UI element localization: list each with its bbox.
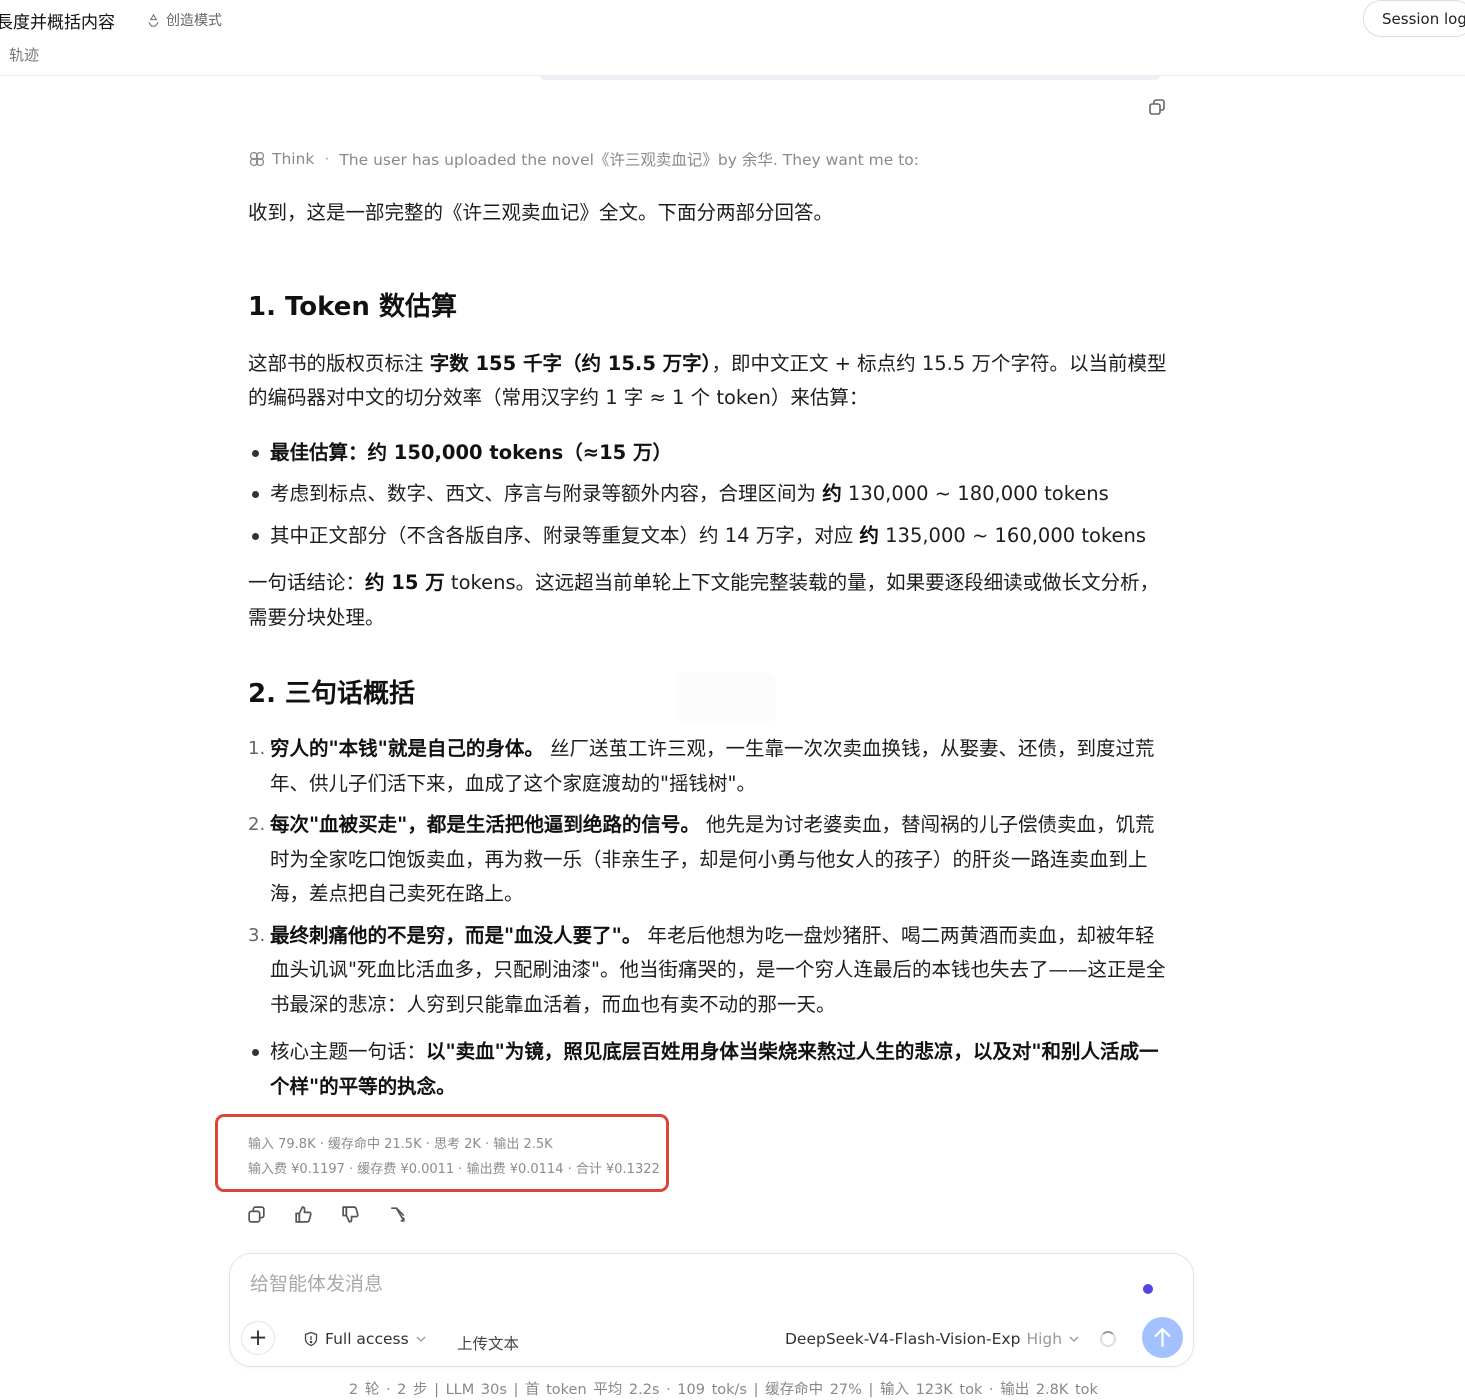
loading-spinner-icon [1100, 1331, 1116, 1347]
model-name: DeepSeek-V4-Flash-Vision-Exp [785, 1330, 1021, 1348]
list-item: 3. 最终刺痛他的不是穷，而是"血没人要了"。 年老后他想为吃一盘炒猪肝、喝二两黄… [248, 923, 1166, 1016]
list-item: 1. 穷人的"本钱"就是自己的身体。 丝厂送茧工许三观，一生靠一次次卖血换钱，从娶… [248, 737, 1155, 795]
think-text: The user has uploaded the novel《许三观卖血记》b… [339, 151, 920, 169]
add-attachment-button[interactable]: + [241, 1321, 275, 1355]
copy-icon[interactable] [246, 1204, 267, 1225]
brain-icon [249, 151, 265, 167]
think-summary[interactable]: Think · The user has uploaded the novel《… [248, 148, 919, 170]
message-actions [246, 1204, 408, 1225]
thumbs-down-icon[interactable] [340, 1204, 361, 1225]
list-item: 其中正文部分（不含各版自序、附录等重复文本）约 14 万字，对应 约 135,0… [248, 519, 1173, 554]
chevron-down-icon [416, 1336, 426, 1342]
mode-label: 创造模式 [166, 13, 222, 29]
list-item: 2. 每次"血被买走"，都是生活把他逼到绝路的信号。 他先是为讨老婆卖血，替闯祸的… [248, 813, 1155, 905]
mode-indicator[interactable]: 创造模式 [146, 10, 222, 30]
arrow-up-icon [1154, 1327, 1171, 1348]
session-metrics: 2 轮 · 2 步 | LLM 30s | 首 token 平均 2.2s · … [349, 1382, 1098, 1398]
summary-list: 1. 穷人的"本钱"就是自己的身体。 丝厂送茧工许三观，一生靠一次次卖血换钱，从娶… [248, 732, 1173, 1022]
conversation-title[interactable]: 長度并概括内容 [0, 8, 115, 33]
model-selector[interactable]: DeepSeek-V4-Flash-Vision-Exp High [785, 1330, 1080, 1348]
think-separator: · [324, 150, 330, 168]
section1-heading: 1. Token 数估算 [248, 291, 457, 322]
recycle-icon [148, 13, 159, 27]
theme-list: 核心主题一句话：以"卖血"为镜，照见底层百姓用身体当柴烧来熬过人生的悲凉，以及对… [248, 1035, 1173, 1104]
reasoning-level: High [1026, 1330, 1063, 1348]
trajectory-tab[interactable]: 轨迹 [9, 44, 39, 65]
session-log-button[interactable]: Session log [1363, 0, 1465, 37]
list-item: 考虑到标点、数字、西文、序言与附录等额外内容，合理区间为 约 130,000 ~… [248, 477, 1173, 512]
status-dot [1143, 1284, 1153, 1294]
faded-overlay [676, 672, 776, 722]
upload-text-button[interactable]: 上传文本 [457, 1332, 519, 1354]
estimate-list: 最佳估算：约 150,000 tokens（≈15 万） 考虑到标点、数字、西文… [248, 436, 1173, 554]
access-dropdown[interactable]: Full access [303, 1330, 427, 1348]
send-button[interactable] [1142, 1317, 1183, 1358]
token-usage-line: 输入 79.8K · 缓存命中 21.5K · 思考 2K · 输出 2.5K [248, 1137, 553, 1152]
chevron-down-icon [1069, 1336, 1079, 1342]
list-item: 最佳估算：约 150,000 tokens（≈15 万） [248, 436, 1173, 471]
section1-paragraph: 这部书的版权页标注 字数 155 千字（约 15.5 万字），即中文正文 + 标… [248, 351, 1167, 410]
access-label: Full access [325, 1330, 409, 1348]
previous-message-edge [540, 76, 1160, 80]
assistant-message: 收到，这是一部完整的《许三观卖血记》全文。下面分两部分回答。 1. Token … [248, 196, 1173, 1111]
thumbs-up-icon[interactable] [293, 1204, 314, 1225]
token-stats: 输入 79.8K · 缓存命中 21.5K · 思考 2K · 输出 2.5K … [248, 1132, 660, 1182]
message-input[interactable] [248, 1272, 1132, 1296]
copy-icon[interactable] [1147, 97, 1167, 117]
think-label: Think [272, 150, 315, 168]
shield-icon [304, 1331, 318, 1347]
branch-icon[interactable] [387, 1204, 408, 1225]
message-composer: + Full access 上传文本 DeepSeek-V4-Flash-Vis… [229, 1253, 1194, 1367]
intro-text: 收到，这是一部完整的《许三观卖血记》全文。下面分两部分回答。 [248, 201, 834, 224]
top-bar: 長度并概括内容 创造模式 轨迹 Session log [0, 0, 1465, 76]
list-item: 核心主题一句话：以"卖血"为镜，照见底层百姓用身体当柴烧来熬过人生的悲凉，以及对… [248, 1035, 1173, 1104]
conclusion-text: 一句话结论：约 15 万 tokens。这远超当前单轮上下文能完整装载的量，如果… [248, 571, 1160, 629]
token-cost-line: 输入费 ¥0.1197 · 缓存费 ¥0.0011 · 输出费 ¥0.0114 … [248, 1162, 660, 1177]
